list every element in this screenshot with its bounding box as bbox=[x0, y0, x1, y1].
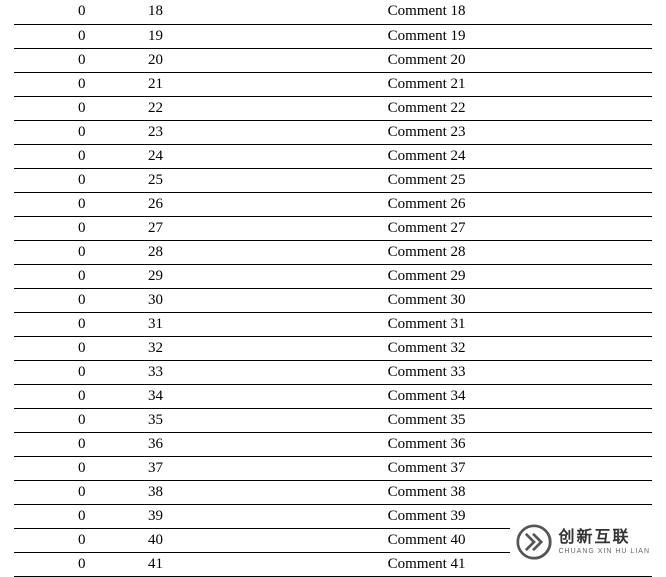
table-row: 034Comment 34 bbox=[14, 384, 652, 408]
cell-col-c: Comment 25 bbox=[378, 168, 652, 192]
data-table-container: 018Comment 18019Comment 19020Comment 200… bbox=[0, 0, 666, 577]
table-row: 026Comment 26 bbox=[14, 192, 652, 216]
table-row: 021Comment 21 bbox=[14, 72, 652, 96]
cell-col-a: 0 bbox=[14, 24, 148, 48]
table-row: 032Comment 32 bbox=[14, 336, 652, 360]
cell-col-b: 21 bbox=[148, 72, 378, 96]
cell-col-a: 0 bbox=[14, 528, 148, 552]
cell-col-c: Comment 35 bbox=[378, 408, 652, 432]
cell-col-a: 0 bbox=[14, 504, 148, 528]
cell-col-b: 41 bbox=[148, 552, 378, 576]
cell-col-c: Comment 26 bbox=[378, 192, 652, 216]
cell-col-c: Comment 37 bbox=[378, 456, 652, 480]
cell-col-b: 20 bbox=[148, 48, 378, 72]
cell-col-a: 0 bbox=[14, 312, 148, 336]
cell-col-b: 22 bbox=[148, 96, 378, 120]
table-row: 029Comment 29 bbox=[14, 264, 652, 288]
cell-col-b: 38 bbox=[148, 480, 378, 504]
cell-col-a: 0 bbox=[14, 456, 148, 480]
table-row: 035Comment 35 bbox=[14, 408, 652, 432]
cell-col-b: 33 bbox=[148, 360, 378, 384]
cell-col-b: 28 bbox=[148, 240, 378, 264]
cell-col-c: Comment 23 bbox=[378, 120, 652, 144]
table-row: 038Comment 38 bbox=[14, 480, 652, 504]
cell-col-c: Comment 38 bbox=[378, 480, 652, 504]
cell-col-c: Comment 20 bbox=[378, 48, 652, 72]
cell-col-b: 36 bbox=[148, 432, 378, 456]
cell-col-c: Comment 28 bbox=[378, 240, 652, 264]
cell-col-b: 19 bbox=[148, 24, 378, 48]
cell-col-a: 0 bbox=[14, 48, 148, 72]
cell-col-c: Comment 21 bbox=[378, 72, 652, 96]
cell-col-a: 0 bbox=[14, 408, 148, 432]
cell-col-a: 0 bbox=[14, 432, 148, 456]
cell-col-b: 26 bbox=[148, 192, 378, 216]
cell-col-b: 29 bbox=[148, 264, 378, 288]
cell-col-a: 0 bbox=[14, 288, 148, 312]
cell-col-a: 0 bbox=[14, 216, 148, 240]
watermark: 创新互联 CHUANG XIN HU LIAN bbox=[510, 520, 656, 564]
cell-col-c: Comment 33 bbox=[378, 360, 652, 384]
cell-col-b: 23 bbox=[148, 120, 378, 144]
cell-col-a: 0 bbox=[14, 0, 148, 24]
cell-col-a: 0 bbox=[14, 552, 148, 576]
cell-col-a: 0 bbox=[14, 336, 148, 360]
cell-col-b: 37 bbox=[148, 456, 378, 480]
brand-name-en: CHUANG XIN HU LIAN bbox=[558, 548, 650, 555]
table-row: 020Comment 20 bbox=[14, 48, 652, 72]
cell-col-a: 0 bbox=[14, 264, 148, 288]
cell-col-c: Comment 19 bbox=[378, 24, 652, 48]
cell-col-a: 0 bbox=[14, 384, 148, 408]
cell-col-c: Comment 36 bbox=[378, 432, 652, 456]
table-row: 018Comment 18 bbox=[14, 0, 652, 24]
cell-col-b: 25 bbox=[148, 168, 378, 192]
table-row: 031Comment 31 bbox=[14, 312, 652, 336]
cell-col-c: Comment 27 bbox=[378, 216, 652, 240]
cell-col-a: 0 bbox=[14, 144, 148, 168]
table-row: 025Comment 25 bbox=[14, 168, 652, 192]
table-row: 030Comment 30 bbox=[14, 288, 652, 312]
cell-col-a: 0 bbox=[14, 480, 148, 504]
cell-col-b: 24 bbox=[148, 144, 378, 168]
cell-col-c: Comment 29 bbox=[378, 264, 652, 288]
cell-col-b: 40 bbox=[148, 528, 378, 552]
cell-col-b: 35 bbox=[148, 408, 378, 432]
cell-col-a: 0 bbox=[14, 168, 148, 192]
table-row: 033Comment 33 bbox=[14, 360, 652, 384]
cell-col-b: 18 bbox=[148, 0, 378, 24]
table-row: 036Comment 36 bbox=[14, 432, 652, 456]
cell-col-c: Comment 32 bbox=[378, 336, 652, 360]
data-table: 018Comment 18019Comment 19020Comment 200… bbox=[14, 0, 652, 577]
cell-col-a: 0 bbox=[14, 96, 148, 120]
table-row: 037Comment 37 bbox=[14, 456, 652, 480]
cell-col-b: 34 bbox=[148, 384, 378, 408]
cell-col-c: Comment 31 bbox=[378, 312, 652, 336]
cell-col-c: Comment 30 bbox=[378, 288, 652, 312]
cell-col-c: Comment 22 bbox=[378, 96, 652, 120]
cell-col-a: 0 bbox=[14, 120, 148, 144]
table-row: 019Comment 19 bbox=[14, 24, 652, 48]
table-row: 027Comment 27 bbox=[14, 216, 652, 240]
cell-col-b: 32 bbox=[148, 336, 378, 360]
cell-col-a: 0 bbox=[14, 192, 148, 216]
brand-text: 创新互联 CHUANG XIN HU LIAN bbox=[558, 530, 650, 555]
cell-col-a: 0 bbox=[14, 72, 148, 96]
table-row: 024Comment 24 bbox=[14, 144, 652, 168]
cell-col-c: Comment 18 bbox=[378, 0, 652, 24]
cell-col-a: 0 bbox=[14, 240, 148, 264]
cell-col-b: 39 bbox=[148, 504, 378, 528]
cell-col-b: 30 bbox=[148, 288, 378, 312]
cell-col-c: Comment 24 bbox=[378, 144, 652, 168]
table-row: 023Comment 23 bbox=[14, 120, 652, 144]
cell-col-b: 31 bbox=[148, 312, 378, 336]
brand-logo-icon bbox=[516, 524, 552, 560]
cell-col-a: 0 bbox=[14, 360, 148, 384]
brand-name-cn: 创新互联 bbox=[558, 530, 650, 546]
cell-col-b: 27 bbox=[148, 216, 378, 240]
table-row: 022Comment 22 bbox=[14, 96, 652, 120]
table-row: 028Comment 28 bbox=[14, 240, 652, 264]
cell-col-c: Comment 34 bbox=[378, 384, 652, 408]
